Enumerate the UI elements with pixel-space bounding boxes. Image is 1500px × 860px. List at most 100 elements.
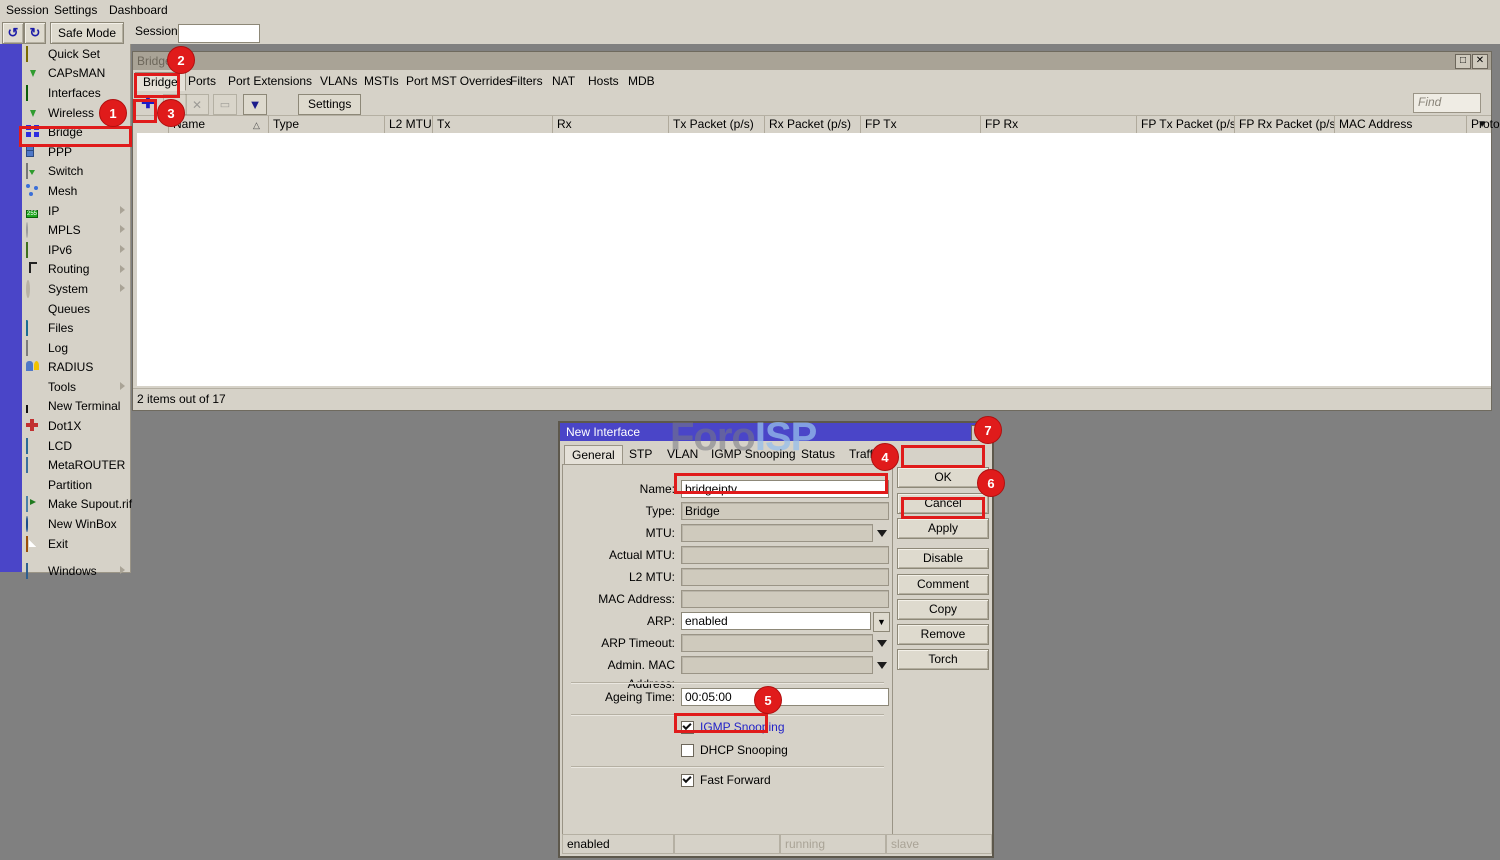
sidebar-item-interfaces[interactable]: Interfaces [22,83,130,103]
sidebar-item-files[interactable]: Files [22,318,130,338]
bridge-table-body[interactable] [133,133,1491,386]
igmp-snooping-label[interactable]: IGMP Snooping [700,720,785,734]
tab-nat[interactable]: NAT [545,72,582,91]
sidebar-item-partition[interactable]: Partition [22,475,130,495]
exit-icon [26,537,42,551]
sidebar-item-radius[interactable]: RADIUS [22,358,130,378]
sidebar-item-wireless[interactable]: Wireless [22,103,130,123]
column-header-rownum[interactable] [133,116,169,134]
copy-button[interactable]: Copy [897,599,989,620]
arp-timeout-input[interactable] [681,634,873,652]
sidebar-item-routing[interactable]: Routing [22,260,130,280]
add-bridge-button[interactable]: ✚ [137,94,159,113]
sidebar-item-exit[interactable]: Exit [22,534,130,554]
sidebar-item-bridge[interactable]: Bridge [22,122,130,142]
dhcp-snooping-checkbox-row[interactable]: DHCP Snooping [681,742,788,758]
tab-filters[interactable]: Filters [503,72,550,91]
tab-port-extensions[interactable]: Port Extensions [221,72,319,91]
sidebar-item-mesh[interactable]: Mesh [22,181,130,201]
sidebar-item-ppp[interactable]: PPP [22,142,130,162]
admin-mac-dropdown-arrow-icon[interactable] [877,662,887,669]
igmp-snooping-checkbox-row[interactable]: IGMP Snooping [681,719,785,735]
remove-button[interactable]: Remove [897,624,989,645]
sidebar-item-tools[interactable]: Tools [22,377,130,397]
column-header-tx[interactable]: Tx [433,116,553,134]
menu-session[interactable]: Session [0,2,55,18]
sidebar-item-windows[interactable]: Windows [22,561,130,581]
sidebar-item-quick-set[interactable]: Quick Set [22,44,130,64]
mesh-icon [26,184,42,198]
fast-forward-checkbox[interactable] [681,774,694,787]
tab-status[interactable]: Status [794,445,842,465]
sidebar-item-queues[interactable]: Queues [22,299,130,319]
disable-button[interactable]: Disable [897,548,989,569]
filter-button[interactable]: ▼ [243,94,267,115]
name-input[interactable]: bridgeiptv [681,480,889,498]
menu-dashboard[interactable]: Dashboard [103,2,174,18]
bridge-close-button[interactable]: ✕ [1472,54,1488,69]
session-input[interactable] [178,24,260,43]
column-header-fp-rx-packet[interactable]: FP Rx Packet (p/s) [1235,116,1335,134]
torch-button[interactable]: Torch [897,649,989,670]
comment-bridge-button[interactable]: ▭ [213,94,237,115]
sidebar-item-ipv6[interactable]: IPv6 [22,240,130,260]
menu-settings[interactable]: Settings [48,2,103,18]
tab-general[interactable]: General [564,445,623,465]
sidebar-item-switch[interactable]: Switch [22,162,130,182]
undo-button[interactable]: ↺ [2,22,24,44]
tab-port-mst-overrides[interactable]: Port MST Overrides [399,72,519,91]
ok-button[interactable]: OK [897,467,989,488]
mtu-dropdown-arrow-icon[interactable] [877,530,887,537]
sidebar-item-capsman[interactable]: CAPsMAN [22,64,130,84]
fast-forward-checkbox-row[interactable]: Fast Forward [681,772,771,788]
column-header-fp-tx-packet[interactable]: FP Tx Packet (p/s) [1137,116,1235,134]
tab-traffic[interactable]: Traffic [842,445,889,465]
sidebar-item-new-winbox[interactable]: New WinBox [22,514,130,534]
dialog-title-bar[interactable]: New Interface [560,423,992,441]
apply-button[interactable]: Apply [897,518,989,539]
find-input[interactable]: Find [1413,93,1481,113]
redo-button[interactable]: ↻ [24,22,46,44]
sidebar-item-log[interactable]: Log [22,338,130,358]
arp-dropdown-button[interactable]: ▼ [873,612,890,632]
column-header-rx-packet[interactable]: Rx Packet (p/s) [765,116,861,134]
column-header-mac-address[interactable]: MAC Address [1335,116,1467,134]
sidebar-item-metarouter[interactable]: MetaROUTER [22,455,130,475]
column-header-tx-packet[interactable]: Tx Packet (p/s) [669,116,765,134]
tab-bridge[interactable]: Bridge [135,72,186,91]
safe-mode-button[interactable]: Safe Mode [50,22,124,44]
column-header-rx[interactable]: Rx [553,116,669,134]
column-header-l2mtu[interactable]: L2 MTU [385,116,433,134]
sidebar-item-mpls[interactable]: MPLS [22,220,130,240]
column-header-type[interactable]: Type [269,116,385,134]
sidebar-item-dot1x[interactable]: Dot1X [22,416,130,436]
tab-vlan[interactable]: VLAN [660,445,705,465]
igmp-snooping-checkbox[interactable] [681,721,694,734]
sidebar-item-lcd[interactable]: LCD [22,436,130,456]
column-header-fp-rx[interactable]: FP Rx [981,116,1137,134]
sidebar-item-ip[interactable]: 255 IP [22,201,130,221]
dhcp-snooping-checkbox[interactable] [681,744,694,757]
ageing-time-input[interactable]: 00:05:00 [681,688,889,706]
bridge-restore-button[interactable]: □ [1455,54,1471,69]
sidebar-item-new-terminal[interactable]: New Terminal [22,397,130,417]
tab-mdb[interactable]: MDB [621,72,662,91]
dialog-maximize-button[interactable]: □ [971,425,988,441]
column-chooser-icon[interactable]: ▼ [1477,119,1487,130]
tab-ports[interactable]: Ports [181,72,223,91]
comment-button[interactable]: Comment [897,574,989,595]
remove-bridge-button[interactable]: ✕ [185,94,209,115]
tab-stp[interactable]: STP [622,445,659,465]
sidebar-item-make-supout[interactable]: Make Supout.rif [22,495,130,515]
mtu-input[interactable] [681,524,873,542]
tab-igmp-snooping[interactable]: IGMP Snooping [704,445,803,465]
admin-mac-address-input[interactable] [681,656,873,674]
enable-bridge-button[interactable]: ✓ [163,94,187,115]
arp-select[interactable]: enabled [681,612,871,630]
bridge-settings-button[interactable]: Settings [298,94,361,115]
sidebar-item-system[interactable]: System [22,279,130,299]
column-header-fp-tx[interactable]: FP Tx [861,116,981,134]
arp-timeout-dropdown-arrow-icon[interactable] [877,640,887,647]
cancel-button[interactable]: Cancel [897,493,989,514]
tab-hosts[interactable]: Hosts [581,72,626,91]
